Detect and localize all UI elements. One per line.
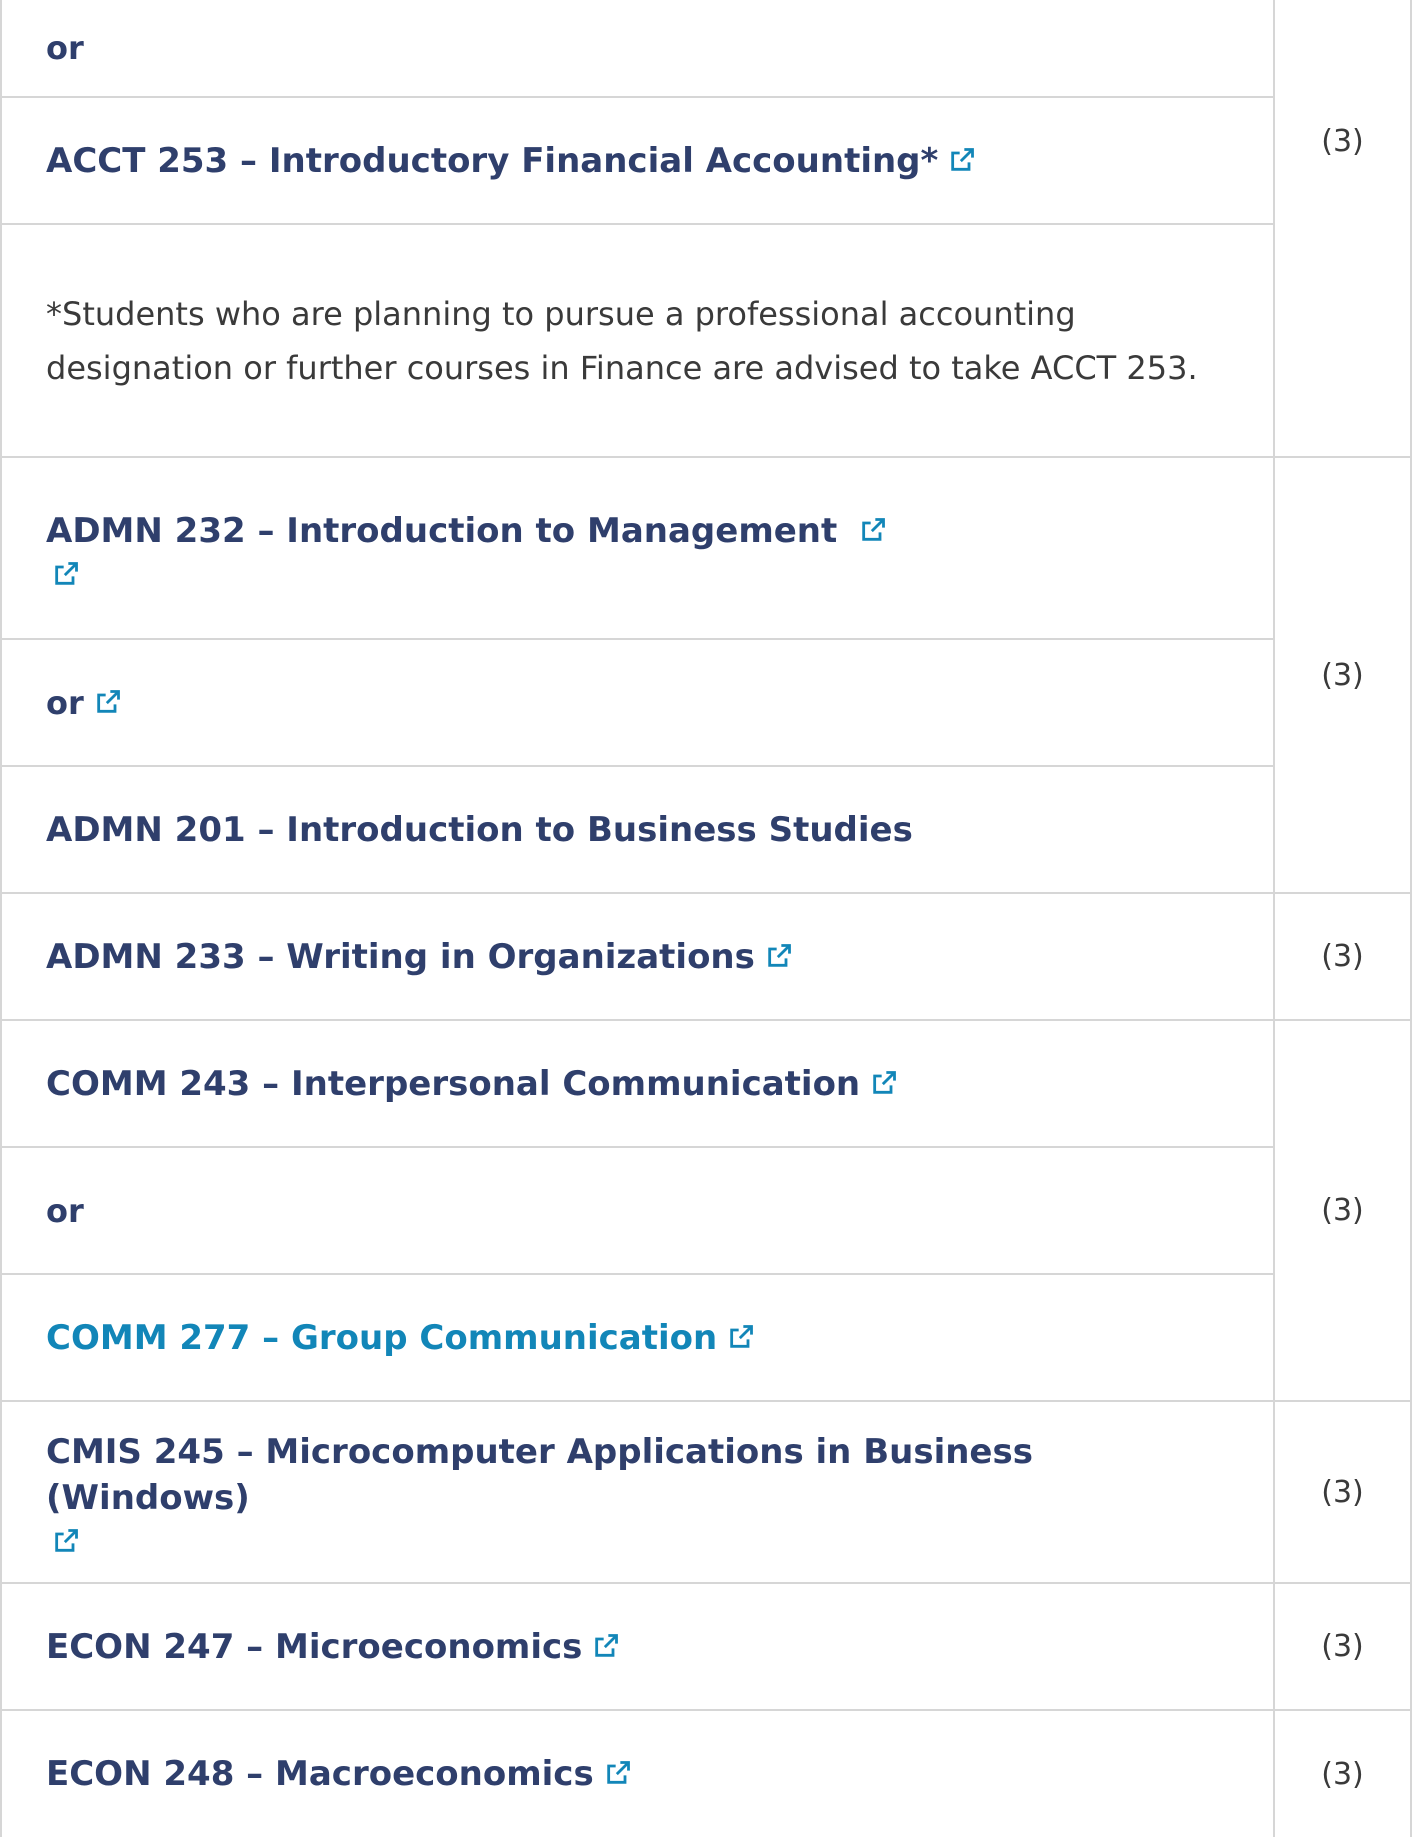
course-cell: ECON 248 – Macroeconomics — [0, 1709, 1275, 1837]
credit-value: (3) — [1321, 1474, 1364, 1510]
course-table-container: or (3) ACCT 253 – Introductory Financial… — [0, 0, 1420, 1837]
external-link-icon — [765, 942, 793, 970]
or-label: or — [46, 683, 84, 722]
or-label: or — [46, 1191, 84, 1230]
credit-cell: (3) — [1273, 1582, 1412, 1711]
credit-cell: (3) — [1273, 1019, 1412, 1402]
table-row: ADMN 201 – Introduction to Business Stud… — [0, 765, 1411, 894]
table-row: *Students who are planning to pursue a p… — [0, 223, 1411, 458]
course-cell: COMM 277 – Group Communication — [0, 1273, 1275, 1402]
course-cell: or — [0, 0, 1275, 98]
external-link-icon[interactable] — [52, 1527, 80, 1555]
table-row: CMIS 245 – Microcomputer Applications in… — [0, 1400, 1412, 1584]
course-link-econ247[interactable]: ECON 247 – Microeconomics — [46, 1627, 620, 1667]
course-link-comm243[interactable]: COMM 243 – Interpersonal Communication — [46, 1064, 898, 1104]
or-label: or — [46, 29, 84, 67]
course-link-label: ACCT 253 – Introductory Financial Accoun… — [46, 140, 939, 181]
course-link-econ248[interactable]: ECON 248 – Macroeconomics — [46, 1754, 632, 1794]
credit-value: (3) — [1321, 1629, 1364, 1664]
table-row: or (3) — [0, 0, 1412, 458]
course-link-label: ADMN 233 – Writing in Organizations — [46, 936, 755, 977]
table-row: or — [0, 638, 1411, 767]
external-link-icon — [727, 1323, 755, 1351]
course-link-admn201[interactable]: ADMN 201 – Introduction to Business Stud… — [46, 810, 913, 850]
external-link-icon[interactable] — [94, 688, 122, 716]
course-requirements-table: or (3) ACCT 253 – Introductory Financial… — [0, 0, 1412, 1837]
table-row: COMM 277 – Group Communication — [0, 1273, 1411, 1402]
credit-cell: (3) — [1273, 456, 1412, 894]
credit-value: (3) — [1321, 124, 1364, 159]
external-link-icon[interactable] — [52, 560, 80, 588]
table-row: ADMN 232 – Introduction to Management (3… — [0, 456, 1412, 894]
note-cell: *Students who are planning to pursue a p… — [0, 223, 1275, 458]
course-link-acct253[interactable]: ACCT 253 – Introductory Financial Accoun… — [46, 141, 976, 181]
course-cell: ADMN 232 – Introduction to Management — [0, 456, 1275, 640]
credit-value: (3) — [1321, 1193, 1364, 1228]
credit-cell: (3) — [1273, 892, 1412, 1021]
table-row: ACCT 253 – Introductory Financial Accoun… — [0, 96, 1411, 225]
course-link-admn233[interactable]: ADMN 233 – Writing in Organizations — [46, 937, 793, 977]
credit-cell: (3) — [1273, 0, 1412, 458]
table-row: ECON 248 – Macroeconomics (3) — [0, 1709, 1412, 1837]
credit-value: (3) — [1321, 1756, 1364, 1792]
course-link-cmis245[interactable]: CMIS 245 – Microcomputer Applications in… — [46, 1432, 1033, 1518]
credit-cell: (3) — [1273, 1709, 1412, 1837]
credit-cell: (3) — [1273, 1400, 1412, 1584]
course-cell: or — [0, 1146, 1275, 1275]
table-row: or — [0, 1146, 1411, 1275]
course-cell: ECON 247 – Microeconomics — [0, 1582, 1275, 1711]
course-link-label: ECON 248 – Macroeconomics — [46, 1754, 594, 1794]
table-row: ADMN 233 – Writing in Organizations (3) — [0, 892, 1412, 1021]
course-link-label: CMIS 245 – Microcomputer Applications in… — [46, 1432, 1033, 1518]
course-cell: ADMN 233 – Writing in Organizations — [0, 892, 1275, 1021]
course-cell: ACCT 253 – Introductory Financial Accoun… — [0, 96, 1275, 225]
course-link-label: ECON 247 – Microeconomics — [46, 1626, 583, 1667]
external-link-icon — [870, 1069, 898, 1097]
course-cell: ADMN 201 – Introduction to Business Stud… — [0, 765, 1275, 894]
course-link-comm277[interactable]: COMM 277 – Group Communication — [46, 1318, 755, 1358]
course-link-label: COMM 243 – Interpersonal Communication — [46, 1063, 861, 1104]
course-link-admn232[interactable]: ADMN 232 – Introduction to Management — [46, 511, 887, 551]
course-cell: or — [0, 638, 1275, 767]
course-link-label: ADMN 232 – Introduction to Management — [46, 511, 838, 551]
external-link-icon — [592, 1632, 620, 1660]
table-row: ECON 247 – Microeconomics (3) — [0, 1582, 1412, 1711]
course-cell: CMIS 245 – Microcomputer Applications in… — [0, 1400, 1275, 1584]
external-link-icon — [604, 1759, 632, 1787]
external-link-icon — [859, 516, 887, 544]
course-cell: COMM 243 – Interpersonal Communication — [0, 1019, 1275, 1148]
credit-value: (3) — [1321, 657, 1364, 693]
table-row: COMM 243 – Interpersonal Communication (… — [0, 1019, 1412, 1402]
credit-value: (3) — [1321, 939, 1364, 974]
course-link-label: COMM 277 – Group Communication — [46, 1317, 718, 1358]
acct-note: *Students who are planning to pursue a p… — [46, 294, 1198, 387]
external-link-icon — [948, 146, 976, 174]
